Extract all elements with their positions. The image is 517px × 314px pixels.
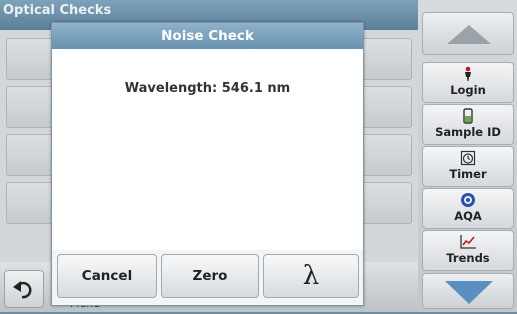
arrow-down-icon <box>445 281 493 304</box>
trends-button[interactable]: Trends <box>422 230 514 271</box>
login-label: Login <box>450 83 486 97</box>
trends-label: Trends <box>446 251 490 265</box>
aqa-label: AQA <box>454 209 482 223</box>
aqa-icon <box>461 193 475 207</box>
timer-button[interactable]: Timer <box>422 146 514 187</box>
login-button[interactable]: Login <box>422 62 514 103</box>
cancel-button[interactable]: Cancel <box>57 254 157 298</box>
person-icon <box>465 66 471 81</box>
lambda-button[interactable]: λ <box>263 254 359 298</box>
timer-icon <box>460 150 476 166</box>
back-button[interactable] <box>4 270 44 308</box>
sidebar: Login Sample ID Timer AQA Trends <box>418 0 517 312</box>
dialog-title: Noise Check <box>52 23 363 49</box>
trends-chart-icon <box>460 235 476 249</box>
zero-button[interactable]: Zero <box>161 254 259 298</box>
sample-id-button[interactable]: Sample ID <box>422 104 514 145</box>
wavelength-text: Wavelength: 546.1 nm <box>124 81 291 96</box>
scroll-down-button[interactable] <box>422 273 514 309</box>
sample-vial-icon <box>463 108 473 124</box>
timer-label: Timer <box>449 167 487 181</box>
scroll-up-button[interactable] <box>422 12 514 55</box>
background-title: Optical Checks <box>3 3 112 18</box>
noise-check-dialog: Noise Check Wavelength: 546.1 nm Cancel … <box>51 22 364 306</box>
dialog-button-bar: Cancel Zero λ <box>52 250 363 305</box>
arrow-up-icon <box>447 25 491 44</box>
back-arrow-icon <box>13 281 32 299</box>
aqa-button[interactable]: AQA <box>422 188 514 229</box>
sample-id-label: Sample ID <box>435 125 501 139</box>
